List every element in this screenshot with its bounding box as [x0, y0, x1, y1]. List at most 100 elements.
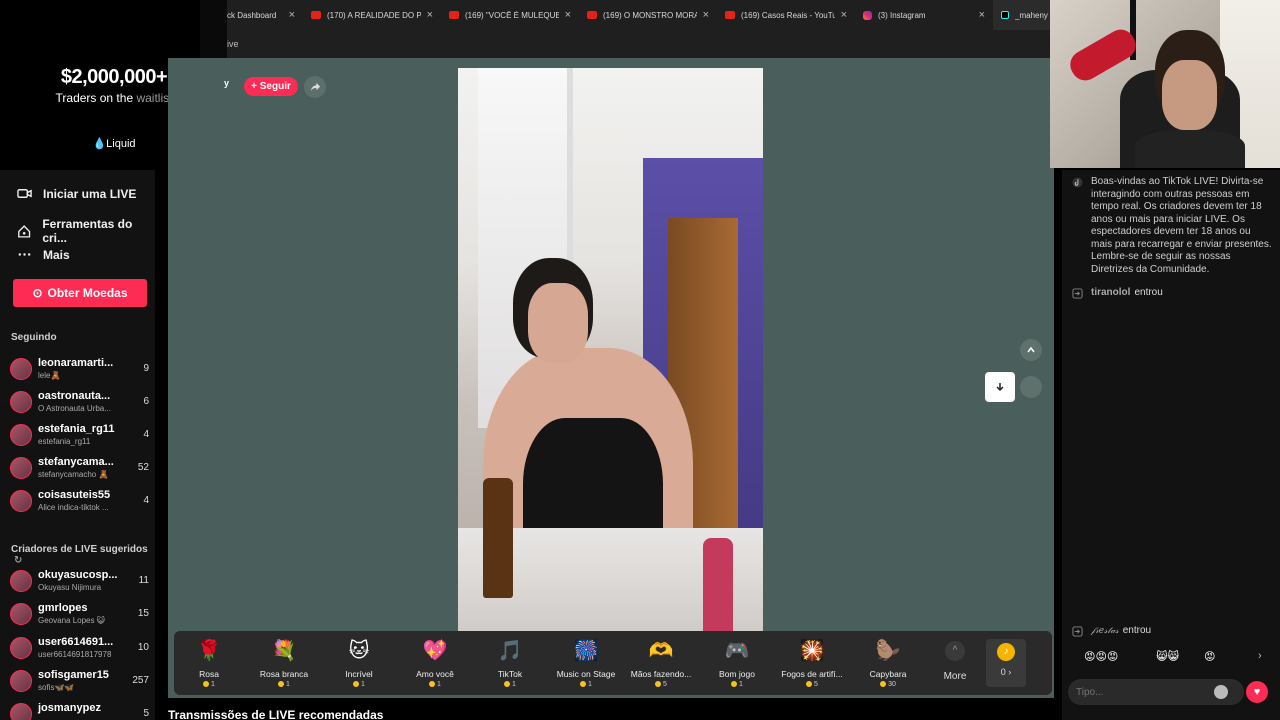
- following-account[interactable]: stefanycama... stefanycamacho 🧸 52: [10, 454, 150, 482]
- suggested-account[interactable]: sofisgamer15 sofis🦋🦋 257: [10, 667, 150, 695]
- address-bar[interactable]: ive: [227, 30, 1050, 58]
- coin-icon: [504, 681, 511, 688]
- more-icon: [18, 253, 31, 256]
- gift-price: 1: [400, 681, 470, 688]
- browser-tab[interactable]: ck Dashboard ×: [227, 0, 303, 30]
- account-name: gmrlopes: [38, 602, 88, 614]
- tiktok-icon: [1001, 11, 1009, 19]
- gift-item[interactable]: 🫶 Mãos fazendo... 5: [626, 639, 696, 688]
- account-subtitle: sofis🦋🦋: [38, 683, 75, 692]
- close-tab-icon[interactable]: ×: [289, 9, 295, 21]
- browser-tab-active[interactable]: _maheny: [993, 0, 1050, 30]
- gift-item[interactable]: 🎆 Music on Stage 1: [551, 639, 621, 688]
- address-text: ive: [227, 39, 239, 49]
- live-video[interactable]: [458, 68, 763, 631]
- share-icon[interactable]: [304, 76, 326, 98]
- welcome-message: Boas-vindas ao TikTok LIVE! Divirta-se i…: [1072, 176, 1272, 276]
- close-tab-icon[interactable]: ×: [565, 9, 571, 21]
- download-button[interactable]: [985, 372, 1015, 402]
- gift-name: TikTok: [497, 669, 523, 679]
- gift-price-value: 1: [286, 681, 290, 688]
- close-tab-icon[interactable]: ×: [703, 9, 709, 21]
- gift-item[interactable]: 🎇 Fogos de artifí... 5: [777, 639, 847, 688]
- avatar: [10, 358, 32, 380]
- coin-icon: ⊙: [32, 286, 43, 300]
- browser-tab[interactable]: (169) O MONSTRO MORA ×: [579, 0, 717, 30]
- gift-icon: 💐: [271, 640, 297, 662]
- gift-item[interactable]: 🦫 Capybara 30: [853, 639, 923, 688]
- gift-name: Rosa branca: [259, 669, 309, 679]
- emoji-picker-icon[interactable]: [1214, 685, 1228, 699]
- close-tab-icon[interactable]: ×: [979, 9, 985, 21]
- gift-name: Amo você: [416, 669, 454, 679]
- following-account[interactable]: coisasuteis55 Alice indica-tiktok ... 4: [10, 487, 150, 515]
- more-gifts-button[interactable]: ^ More: [934, 641, 976, 682]
- avatar: [10, 570, 32, 592]
- suggested-account[interactable]: okuyasucosp... Okuyasu Nijimura 11: [10, 567, 150, 595]
- arrow-down-icon: [996, 383, 1004, 392]
- instagram-icon: [863, 10, 872, 20]
- ad-brand-text: Liquid: [106, 138, 136, 150]
- close-tab-icon[interactable]: ×: [841, 9, 847, 21]
- close-tab-icon[interactable]: ×: [427, 9, 433, 21]
- gift-name: Rosa: [199, 669, 219, 679]
- browser-tab[interactable]: (169) "VOCÊ É MULEQUE" ×: [441, 0, 579, 30]
- avatar: [10, 670, 32, 692]
- next-live-button[interactable]: [1020, 376, 1042, 398]
- host-name[interactable]: y: [224, 78, 229, 88]
- gift-price: 1: [174, 681, 244, 688]
- sidebar-item-more[interactable]: Mais: [17, 247, 70, 262]
- refresh-icon[interactable]: ↻: [14, 555, 22, 566]
- following-account[interactable]: estefania_rg11 estefania_rg11 4: [10, 421, 150, 449]
- get-coins-button[interactable]: ⊙ Obter Moedas: [13, 279, 147, 307]
- recommended-title: Transmissões de LIVE recomendadas: [168, 708, 384, 720]
- browser-tab[interactable]: (170) A REALIDADE DO PÉ ×: [303, 0, 441, 30]
- gift-price: 30: [853, 681, 923, 688]
- chevron-up-icon: [1027, 346, 1035, 353]
- suggested-account[interactable]: user6614691... user6614691817978 10: [10, 634, 150, 662]
- home-icon: [18, 224, 31, 238]
- chat-username[interactable]: 𝒻𝓇𝑒𝓈𝓉𝒶𝓈: [1091, 626, 1119, 636]
- gift-item[interactable]: 💐 Rosa branca 1: [249, 639, 319, 688]
- quick-emoji[interactable]: 😡: [1204, 650, 1215, 663]
- previous-live-button[interactable]: [1020, 339, 1042, 361]
- browser-tab[interactable]: (169) Casos Reais - YouTube ×: [717, 0, 855, 30]
- suggested-account[interactable]: gmrlopes Geovana Lopes 😺 15: [10, 600, 150, 628]
- youtube-icon: [449, 11, 459, 19]
- browser-tab[interactable]: (3) Instagram ×: [855, 0, 993, 30]
- viewer-count: 257: [132, 675, 149, 686]
- gift-price: 1: [249, 681, 319, 688]
- gift-item[interactable]: 🌹 Rosa 1: [174, 639, 244, 688]
- join-action: entrou: [1134, 287, 1163, 298]
- coin-balance[interactable]: ♪ 0 ›: [986, 639, 1026, 687]
- sidebar-item-start-live[interactable]: Iniciar uma LIVE: [17, 186, 136, 201]
- gift-price-value: 1: [211, 681, 215, 688]
- following-account[interactable]: leonaramarti... lele🧸 9: [10, 355, 150, 383]
- sidebar-item-creator-tools[interactable]: Ferramentas do cri...: [17, 217, 155, 245]
- quick-emoji[interactable]: 😡😡😡: [1084, 650, 1118, 663]
- tab-title: (169) Casos Reais - YouTube: [741, 10, 835, 20]
- gift-price: 5: [626, 681, 696, 688]
- viewer-count: 9: [143, 363, 149, 374]
- coin-balance-value: 0 ›: [1000, 667, 1012, 677]
- follow-button[interactable]: + Seguir: [244, 77, 298, 96]
- chevron-right-icon[interactable]: ›: [1258, 650, 1262, 662]
- gift-item[interactable]: 🐱 Incrível 1: [324, 639, 394, 688]
- avatar: [10, 603, 32, 625]
- gift-icon: 🎵: [497, 640, 523, 662]
- gift-item[interactable]: 🎵 TikTok 1: [475, 639, 545, 688]
- gift-price: 1: [702, 681, 772, 688]
- chat-username[interactable]: tiranolol: [1091, 287, 1130, 298]
- suggested-account[interactable]: josmanypez 5: [10, 700, 150, 720]
- account-name: user6614691...: [38, 636, 114, 648]
- quick-emoji[interactable]: 😸😸: [1156, 650, 1179, 663]
- heart-icon[interactable]: ♥: [1246, 681, 1268, 703]
- webcam-overlay: [1050, 0, 1280, 168]
- avatar: [10, 703, 32, 720]
- following-account[interactable]: oastronauta... O Astronauta Urba... 6: [10, 388, 150, 416]
- tab-title: ck Dashboard: [227, 10, 277, 20]
- gift-item[interactable]: 🎮 Bom jogo 1: [702, 639, 772, 688]
- gift-item[interactable]: 💖 Amo você 1: [400, 639, 470, 688]
- get-coins-label: Obter Moedas: [47, 286, 128, 300]
- avatar: [10, 391, 32, 413]
